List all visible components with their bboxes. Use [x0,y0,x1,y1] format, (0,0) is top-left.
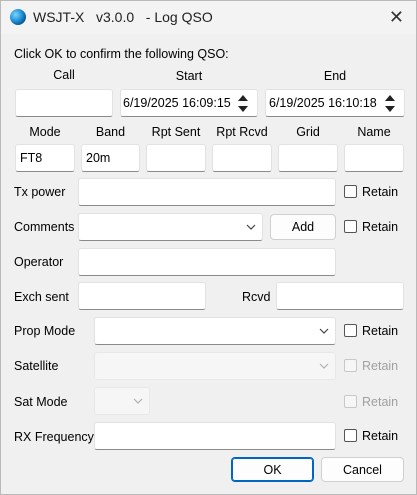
spin-down-icon[interactable] [385,106,395,112]
prop-mode-label: Prop Mode [14,324,76,338]
end-value: 6/19/2025 16:10:18 [269,96,377,110]
operator-input[interactable] [78,248,336,276]
mode-value: FT8 [20,151,43,165]
satellite-label: Satellite [14,359,59,373]
rpt-rcvd-label: Rpt Rcvd [216,125,268,139]
chevron-down-icon[interactable] [246,224,256,230]
satellite-retain-checkbox[interactable] [344,359,357,372]
tx-power-input[interactable] [78,178,336,206]
rpt-sent-input[interactable] [146,144,206,172]
grid-input[interactable] [278,144,338,172]
tx-power-retain-label: Retain [362,185,399,199]
start-value: 6/19/2025 16:09:15 [123,96,231,110]
sat-mode-label: Sat Mode [14,395,68,409]
prop-mode-retain-label: Retain [362,324,399,338]
confirm-prompt: Click OK to confirm the following QSO: [14,47,229,61]
ok-button-label: OK [263,462,282,477]
tx-power-retain-checkbox[interactable] [344,185,357,198]
end-datetime-input[interactable]: 6/19/2025 16:10:18 [265,89,405,117]
rx-frequency-retain-checkbox[interactable] [344,429,357,442]
ok-button[interactable]: OK [231,457,314,482]
start-label: Start [175,69,203,83]
operator-label: Operator [14,255,64,269]
add-button-label: Add [291,220,315,234]
comments-label: Comments [14,220,75,234]
add-comment-button[interactable]: Add [270,214,336,240]
comments-retain-checkbox[interactable] [344,220,357,233]
chevron-down-icon [319,363,329,369]
mode-input[interactable]: FT8 [15,144,75,172]
band-label: Band [95,125,126,139]
prop-mode-retain-checkbox[interactable] [344,324,357,337]
name-label: Name [357,125,391,139]
name-input[interactable] [344,144,404,172]
log-qso-dialog: WSJT-X v3.0.0 - Log QSO ✕ Click OK to co… [0,0,417,495]
grid-label: Grid [296,125,320,139]
mode-label: Mode [29,125,61,139]
chevron-down-icon [133,398,143,404]
call-input[interactable] [15,89,113,117]
start-datetime-input[interactable]: 6/19/2025 16:09:15 [120,89,258,117]
rx-frequency-label: RX Frequency [14,430,94,444]
rpt-sent-label: Rpt Sent [151,125,201,139]
tx-power-label: Tx power [14,185,66,199]
cancel-button-label: Cancel [343,462,382,477]
close-icon[interactable]: ✕ [389,7,404,27]
sat-mode-retain-label: Retain [362,395,399,409]
rx-frequency-retain-label: Retain [362,429,399,443]
comments-combobox[interactable] [78,213,263,241]
wsjtx-app-icon [10,9,26,25]
exch-sent-input[interactable] [78,282,206,310]
call-label: Call [53,68,75,82]
rx-frequency-input[interactable] [94,422,336,450]
chevron-down-icon[interactable] [319,328,329,334]
rpt-rcvd-input[interactable] [212,144,272,172]
comments-retain-label: Retain [362,220,399,234]
band-input[interactable]: 20m [81,144,140,172]
rcvd-input[interactable] [276,282,404,310]
cancel-button[interactable]: Cancel [321,457,404,482]
spin-up-icon[interactable] [385,95,395,101]
start-spinner[interactable] [236,93,254,114]
rcvd-label: Rcvd [242,290,271,304]
satellite-combobox[interactable] [94,352,336,380]
title-bar: WSJT-X v3.0.0 - Log QSO ✕ [1,1,416,34]
band-value: 20m [86,151,111,165]
spin-up-icon[interactable] [238,95,248,101]
sat-mode-combobox[interactable] [94,387,150,415]
end-label: End [323,69,347,83]
prop-mode-combobox[interactable] [94,317,336,345]
window-title: WSJT-X v3.0.0 - Log QSO [33,9,213,25]
end-spinner[interactable] [383,93,401,114]
exch-sent-label: Exch sent [14,290,69,304]
spin-down-icon[interactable] [238,106,248,112]
sat-mode-retain-checkbox[interactable] [344,395,357,408]
satellite-retain-label: Retain [362,359,399,373]
